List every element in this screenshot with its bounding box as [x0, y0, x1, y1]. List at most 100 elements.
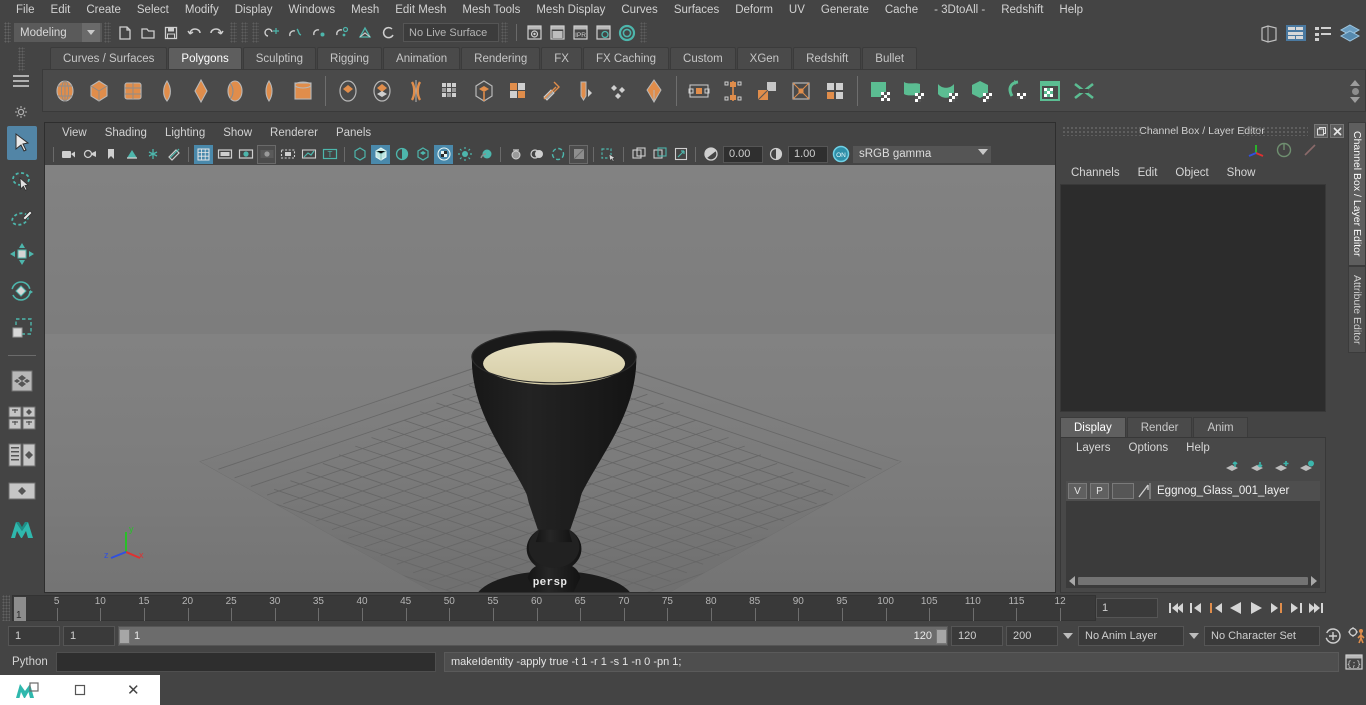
gamma-field[interactable]: 1.00 [788, 145, 828, 163]
menu-item-create[interactable]: Create [78, 0, 129, 20]
toolbar-grip-5[interactable] [501, 22, 508, 43]
playback-speed-dropdown-icon[interactable] [1061, 626, 1075, 646]
layout-persp-graph-icon[interactable] [7, 475, 37, 509]
poly-combine-icon[interactable] [433, 74, 467, 108]
poly-multicut-icon[interactable] [603, 74, 637, 108]
hypershade-icon[interactable] [616, 22, 637, 43]
soft-select-icon[interactable] [1302, 142, 1318, 161]
occlusion-icon[interactable] [476, 145, 495, 164]
render-current-frame-icon[interactable] [547, 22, 568, 43]
move-layer-down-icon[interactable] [1249, 460, 1265, 477]
film-gate-icon[interactable] [215, 145, 234, 164]
channel-box-content[interactable] [1060, 184, 1326, 412]
poly-duplicate-face-icon[interactable] [750, 74, 784, 108]
command-input[interactable] [56, 652, 436, 672]
range-start-field[interactable]: 1 [8, 626, 60, 646]
render-settings-icon[interactable] [593, 22, 614, 43]
close-icon[interactable] [1330, 124, 1344, 138]
shelf-scroll-down-icon[interactable] [1350, 97, 1360, 103]
restore-icon[interactable] [1314, 124, 1328, 138]
menu-item-mesh-tools[interactable]: Mesh Tools [454, 0, 528, 20]
viewport-menu-item-lighting[interactable]: Lighting [156, 123, 214, 143]
channel-menu-item-channels[interactable]: Channels [1062, 167, 1129, 179]
chevron-down-icon[interactable] [978, 148, 988, 155]
poly-cylinder-icon[interactable] [116, 74, 150, 108]
uv-planar-icon[interactable] [863, 74, 897, 108]
anim-start-field[interactable]: 1 [63, 626, 115, 646]
smooth-shade-all-icon[interactable] [371, 144, 390, 164]
shelf-tab-fx-caching[interactable]: FX Caching [582, 47, 670, 69]
shelf-tab-bullet[interactable]: Bullet [862, 47, 918, 69]
layout-quad-icon[interactable] [7, 401, 37, 435]
shadow-icon[interactable] [455, 145, 474, 164]
shelf-tab-polygons[interactable]: Polygons [168, 47, 242, 69]
menu-item-cache[interactable]: Cache [877, 0, 926, 20]
poly-plane-icon[interactable] [218, 74, 252, 108]
menu-set-selector[interactable]: Modeling [14, 23, 102, 42]
layer-menu-item-help[interactable]: Help [1177, 442, 1219, 454]
grid-toggle-icon[interactable] [194, 144, 213, 164]
anim-end-field[interactable]: 120 [951, 626, 1003, 646]
layer-playback-toggle[interactable]: P [1090, 483, 1109, 499]
menu-item-deform[interactable]: Deform [727, 0, 781, 20]
menu-item-select[interactable]: Select [129, 0, 177, 20]
menu-item-3dtoall[interactable]: - 3DtoAll - [926, 0, 993, 20]
attribute-editor-toggle-icon[interactable] [1284, 21, 1307, 44]
poly-torus-icon[interactable] [184, 74, 218, 108]
layer-list[interactable]: V P Eggnog_Glass_001_layer [1066, 481, 1320, 574]
isolate-select-icon[interactable] [569, 144, 588, 164]
shelf-scroll-control[interactable] [1345, 70, 1365, 111]
contrast-icon[interactable] [766, 145, 785, 164]
channel-menu-item-edit[interactable]: Edit [1129, 167, 1167, 179]
side-tab-attribute-editor[interactable]: Attribute Editor [1348, 265, 1366, 353]
shelf-tab-redshift[interactable]: Redshift [793, 47, 862, 69]
motion-blur-icon[interactable] [506, 145, 525, 164]
film-origin-icon[interactable] [278, 145, 297, 164]
restore-window-icon[interactable] [53, 675, 106, 705]
time-slider-grip[interactable] [2, 595, 10, 621]
layer-menu-item-options[interactable]: Options [1120, 442, 1178, 454]
menu-item-mesh[interactable]: Mesh [343, 0, 387, 20]
current-frame-field[interactable]: 1 [1096, 598, 1158, 618]
paint-select-tool[interactable] [7, 200, 37, 234]
viewport-menu-item-show[interactable]: Show [214, 123, 261, 143]
rotate-tool[interactable] [7, 274, 37, 308]
poly-cube-icon[interactable] [82, 74, 116, 108]
script-editor-icon[interactable]: {;} [1342, 651, 1366, 673]
layer-menu-item-layers[interactable]: Layers [1067, 442, 1120, 454]
last-tool-used[interactable] [7, 364, 37, 398]
channel-menu-item-object[interactable]: Object [1166, 167, 1217, 179]
menu-item-uv[interactable]: UV [781, 0, 813, 20]
gate-mask-icon[interactable] [257, 144, 276, 164]
menu-item-display[interactable]: Display [227, 0, 281, 20]
layer-list-scrollbar[interactable] [1066, 574, 1320, 588]
uv-automatic-icon[interactable] [965, 74, 999, 108]
select-tool[interactable] [7, 126, 37, 160]
command-language-label[interactable]: Python [4, 656, 56, 668]
scale-tool[interactable] [7, 311, 37, 345]
uv-cylindrical-icon[interactable] [897, 74, 931, 108]
shelf-grip[interactable] [17, 47, 25, 71]
poly-bevel-icon[interactable] [569, 74, 603, 108]
menu-item-edit[interactable]: Edit [43, 0, 79, 20]
xray-icon[interactable] [299, 145, 318, 164]
ipr-render-icon[interactable]: IPR [570, 22, 591, 43]
toolbar-grip-6[interactable] [640, 22, 647, 43]
poly-booleans-icon[interactable] [501, 74, 535, 108]
poly-extrude-icon[interactable] [535, 74, 569, 108]
image-plane-icon[interactable] [122, 145, 141, 164]
open-scene-icon[interactable] [137, 22, 158, 43]
poly-symmetry-icon[interactable] [716, 74, 750, 108]
camera-attributes-icon[interactable] [80, 145, 99, 164]
shelf-tab-menu-icon[interactable] [13, 75, 29, 87]
exposure-icon[interactable] [701, 145, 720, 164]
shelf-tab-animation[interactable]: Animation [383, 47, 461, 69]
shelf-scroll-up-icon[interactable] [1350, 80, 1360, 86]
toolbar-grip-2[interactable] [230, 22, 237, 43]
menu-item-redshift[interactable]: Redshift [993, 0, 1051, 20]
menu-item-edit-mesh[interactable]: Edit Mesh [387, 0, 454, 20]
shelf-options-gear-icon[interactable] [14, 105, 28, 122]
layer-tab-anim[interactable]: Anim [1193, 417, 1248, 437]
shelf-scroll-handle[interactable] [1351, 88, 1359, 95]
menu-item-windows[interactable]: Windows [280, 0, 343, 20]
